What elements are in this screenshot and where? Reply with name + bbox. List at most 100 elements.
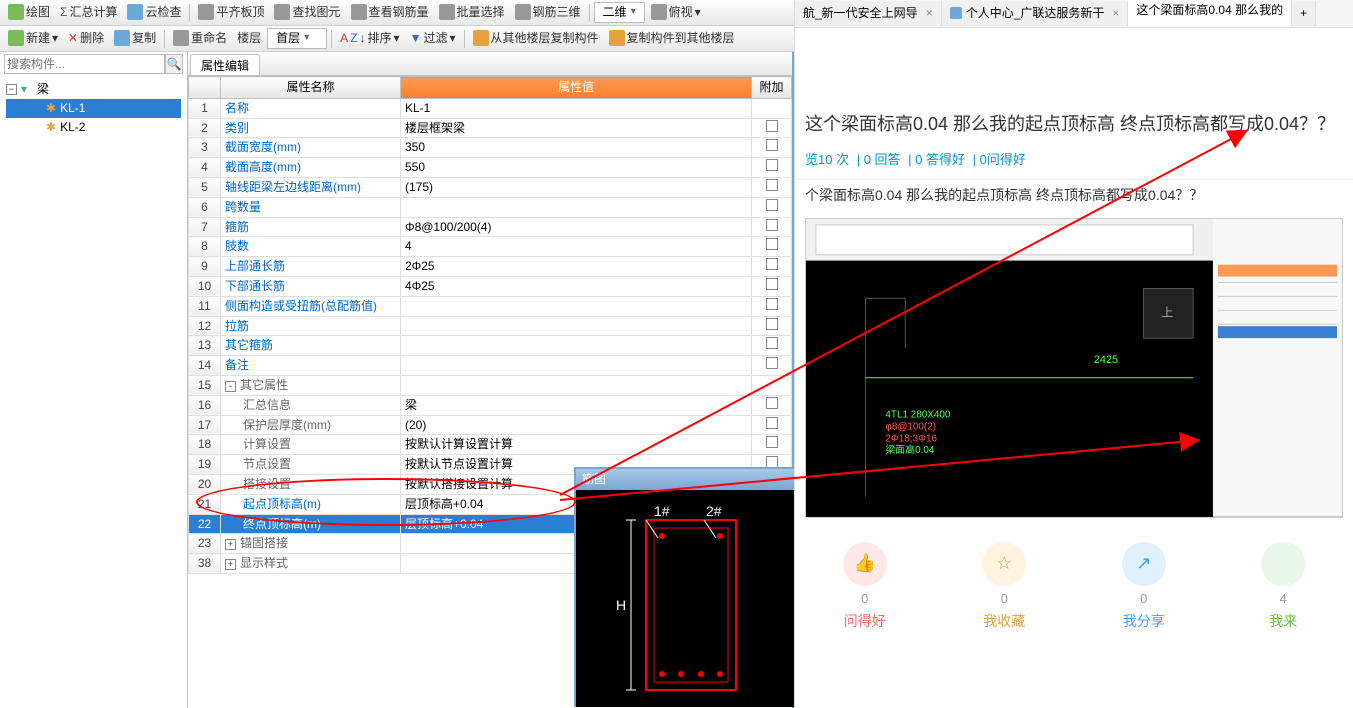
answer-btn[interactable]: 4我来 bbox=[1261, 542, 1305, 632]
tree-kl2[interactable]: ✱KL-2 bbox=[6, 118, 181, 137]
close-icon[interactable]: × bbox=[926, 5, 933, 22]
prop-value[interactable] bbox=[401, 197, 752, 217]
prop-add[interactable] bbox=[752, 217, 792, 237]
prop-row-18[interactable]: 18计算设置按默认计算设置计算 bbox=[189, 435, 792, 455]
prop-row-7[interactable]: 7箍筋Φ8@100/200(4) bbox=[189, 217, 792, 237]
rebar-btn[interactable]: 查看钢筋量 bbox=[347, 2, 433, 23]
del-btn[interactable]: ✕ 删除 bbox=[64, 28, 108, 49]
prop-row-1[interactable]: 1名称KL-1 bbox=[189, 98, 792, 118]
prop-row-14[interactable]: 14备注 bbox=[189, 356, 792, 376]
filter-btn[interactable]: ▼ 过滤 ▾ bbox=[406, 28, 460, 49]
rename-btn[interactable]: 重命名 bbox=[169, 28, 231, 49]
prop-add[interactable] bbox=[752, 257, 792, 277]
prop-value[interactable] bbox=[401, 296, 752, 316]
prop-add[interactable] bbox=[752, 316, 792, 336]
row-num: 13 bbox=[189, 336, 221, 356]
prop-value[interactable]: 4Φ25 bbox=[401, 276, 752, 296]
prop-value[interactable]: (20) bbox=[401, 415, 752, 435]
prop-value[interactable]: 2Φ25 bbox=[401, 257, 752, 277]
find-btn[interactable]: 查找图元 bbox=[270, 2, 344, 23]
tab-nav[interactable]: 航_新一代安全上网导× bbox=[795, 1, 942, 26]
prop-value[interactable]: 梁 bbox=[401, 395, 752, 415]
new-tab[interactable]: + bbox=[1292, 1, 1316, 26]
prop-value[interactable]: KL-1 bbox=[401, 98, 752, 118]
fav-btn[interactable]: ☆0我收藏 bbox=[982, 542, 1026, 632]
prop-value[interactable]: Φ8@100/200(4) bbox=[401, 217, 752, 237]
prop-value[interactable]: 350 bbox=[401, 138, 752, 158]
prop-add[interactable] bbox=[752, 435, 792, 455]
floor-btn[interactable]: 楼层 bbox=[233, 28, 265, 49]
prop-row-15[interactable]: 15-其它属性 bbox=[189, 375, 792, 395]
prop-row-16[interactable]: 16汇总信息梁 bbox=[189, 395, 792, 415]
prop-name: 计算设置 bbox=[221, 435, 401, 455]
prop-add[interactable] bbox=[752, 197, 792, 217]
prop-value[interactable] bbox=[401, 375, 752, 395]
prop-row-5[interactable]: 5轴线距梁左边线距离(mm)(175) bbox=[189, 177, 792, 197]
prop-row-13[interactable]: 13其它箍筋 bbox=[189, 336, 792, 356]
prop-value[interactable]: 550 bbox=[401, 158, 752, 178]
dim-select[interactable]: 二维 bbox=[594, 2, 645, 23]
prop-row-4[interactable]: 4截面高度(mm)550 bbox=[189, 158, 792, 178]
search-input[interactable] bbox=[4, 54, 165, 74]
sort-btn[interactable]: AZ↓ 排序 ▾ bbox=[336, 28, 403, 49]
align-btn[interactable]: 平齐板顶 bbox=[194, 2, 268, 23]
row-num: 7 bbox=[189, 217, 221, 237]
prop-row-2[interactable]: 2类别楼层框架梁 bbox=[189, 118, 792, 138]
prop-value[interactable]: 楼层框架梁 bbox=[401, 118, 752, 138]
prop-add[interactable] bbox=[752, 177, 792, 197]
prop-add[interactable] bbox=[752, 118, 792, 138]
prop-row-6[interactable]: 6跨数量 bbox=[189, 197, 792, 217]
view-btn[interactable]: 俯视 ▾ bbox=[647, 2, 705, 23]
share-btn[interactable]: ↗0我分享 bbox=[1122, 542, 1166, 632]
batch-btn[interactable]: 批量选择 bbox=[435, 2, 509, 23]
prop-row-11[interactable]: 11侧面构造或受扭筋(总配筋值) bbox=[189, 296, 792, 316]
prop-add[interactable] bbox=[752, 296, 792, 316]
row-num: 14 bbox=[189, 356, 221, 376]
search-icon[interactable]: 🔍 bbox=[165, 54, 183, 74]
close-icon[interactable]: × bbox=[1112, 5, 1119, 22]
prop-add[interactable] bbox=[752, 375, 792, 395]
prop-row-9[interactable]: 9上部通长筋2Φ25 bbox=[189, 257, 792, 277]
prop-value[interactable]: 4 bbox=[401, 237, 752, 257]
prop-value[interactable]: 按默认计算设置计算 bbox=[401, 435, 752, 455]
prop-add[interactable] bbox=[752, 158, 792, 178]
prop-row-10[interactable]: 10下部通长筋4Φ25 bbox=[189, 276, 792, 296]
prop-add[interactable] bbox=[752, 237, 792, 257]
like-btn[interactable]: 👍0问得好 bbox=[843, 542, 887, 632]
svg-text:φ8@100(2): φ8@100(2) bbox=[885, 421, 936, 432]
sum-btn[interactable]: Σ 汇总计算 bbox=[56, 2, 121, 23]
prop-add[interactable] bbox=[752, 395, 792, 415]
prop-row-17[interactable]: 17保护层厚度(mm)(20) bbox=[189, 415, 792, 435]
rebar3d-btn[interactable]: 钢筋三维 bbox=[511, 2, 585, 23]
prop-add[interactable] bbox=[752, 98, 792, 118]
cloud-btn[interactable]: 云检查 bbox=[123, 2, 185, 23]
prop-value[interactable] bbox=[401, 356, 752, 376]
floor-select[interactable]: 首层 bbox=[267, 28, 327, 49]
prop-row-3[interactable]: 3截面宽度(mm)350 bbox=[189, 138, 792, 158]
prop-value[interactable]: (175) bbox=[401, 177, 752, 197]
embedded-screenshot[interactable]: 2425 4TL1 280X400 φ8@100(2) 2Φ18;3Φ16 梁面… bbox=[805, 218, 1343, 518]
tree-root-beam[interactable]: −▾梁 bbox=[6, 80, 181, 99]
prop-name: 保护层厚度(mm) bbox=[221, 415, 401, 435]
prop-add[interactable] bbox=[752, 356, 792, 376]
tab-property[interactable]: 属性编辑 bbox=[190, 54, 260, 75]
tab-question[interactable]: 这个梁面标高0.04 那么我的× bbox=[1128, 0, 1292, 28]
prop-name: 汇总信息 bbox=[221, 395, 401, 415]
row-num: 9 bbox=[189, 257, 221, 277]
prop-row-12[interactable]: 12拉筋 bbox=[189, 316, 792, 336]
prop-value[interactable] bbox=[401, 336, 752, 356]
copyfrom-btn[interactable]: 从其他楼层复制构件 bbox=[469, 28, 603, 49]
tree-kl1[interactable]: ✱KL-1 bbox=[6, 99, 181, 118]
prop-add[interactable] bbox=[752, 138, 792, 158]
new-btn[interactable]: 新建 ▾ bbox=[4, 28, 62, 49]
tab-personal[interactable]: 个人中心_广联达服务新干× bbox=[942, 1, 1129, 26]
prop-row-8[interactable]: 8肢数4 bbox=[189, 237, 792, 257]
prop-value[interactable] bbox=[401, 316, 752, 336]
prop-add[interactable] bbox=[752, 336, 792, 356]
copyto-btn[interactable]: 复制构件到其他楼层 bbox=[605, 28, 739, 49]
prop-add[interactable] bbox=[752, 415, 792, 435]
prop-add[interactable] bbox=[752, 276, 792, 296]
row-num: 19 bbox=[189, 455, 221, 475]
copy-btn[interactable]: 复制 bbox=[110, 28, 160, 49]
draw-btn[interactable]: 绘图 bbox=[4, 2, 54, 23]
